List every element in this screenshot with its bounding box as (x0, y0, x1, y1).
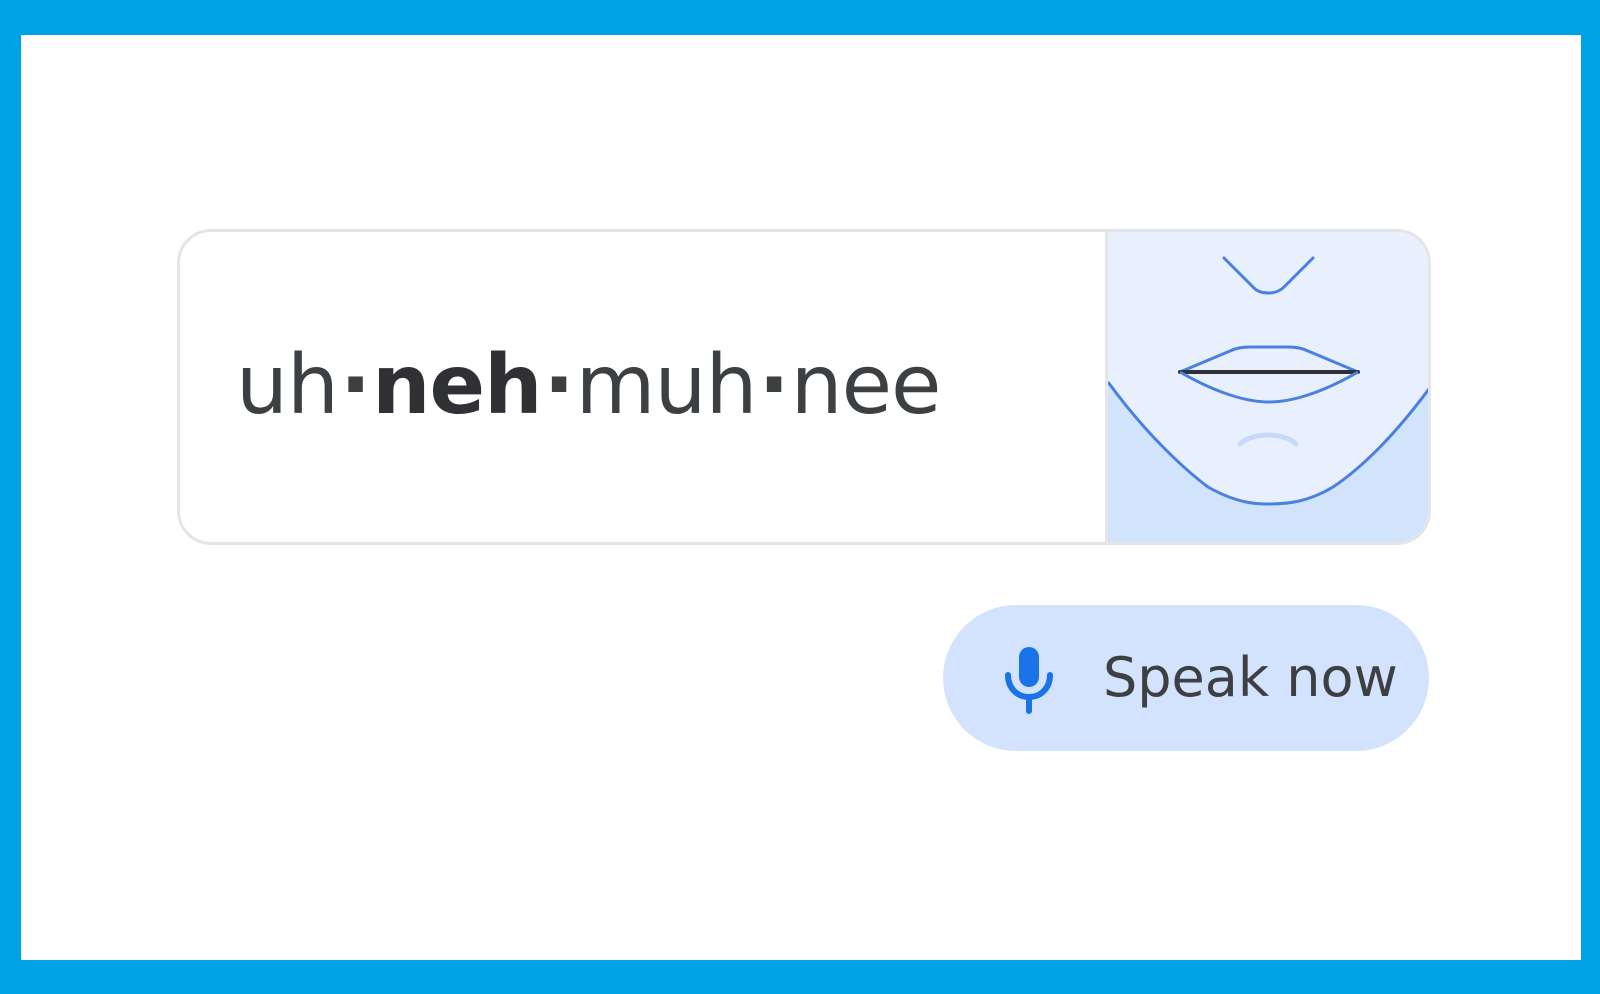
phonetic-spelling: uh · neh · muh · nee (236, 320, 941, 450)
mouth-shape-illustration (1108, 256, 1428, 542)
syllable-separator: · (543, 337, 574, 433)
speak-now-label: Speak now (1103, 646, 1398, 709)
content-canvas: uh · neh · muh · nee Speak now (21, 35, 1581, 960)
syllable: uh (236, 337, 339, 433)
speak-now-button[interactable]: Speak now (943, 605, 1429, 751)
syllable-separator: · (339, 337, 371, 433)
outer-frame: uh · neh · muh · nee Speak now (0, 0, 1600, 994)
syllable: muh (575, 337, 758, 433)
mouth-illustration-panel (1105, 232, 1428, 542)
pronunciation-card: uh · neh · muh · nee (177, 229, 1431, 545)
microphone-icon (1005, 647, 1053, 714)
syllable-stressed: neh (372, 337, 542, 433)
syllable: nee (790, 337, 942, 433)
syllable-separator: · (758, 337, 789, 433)
